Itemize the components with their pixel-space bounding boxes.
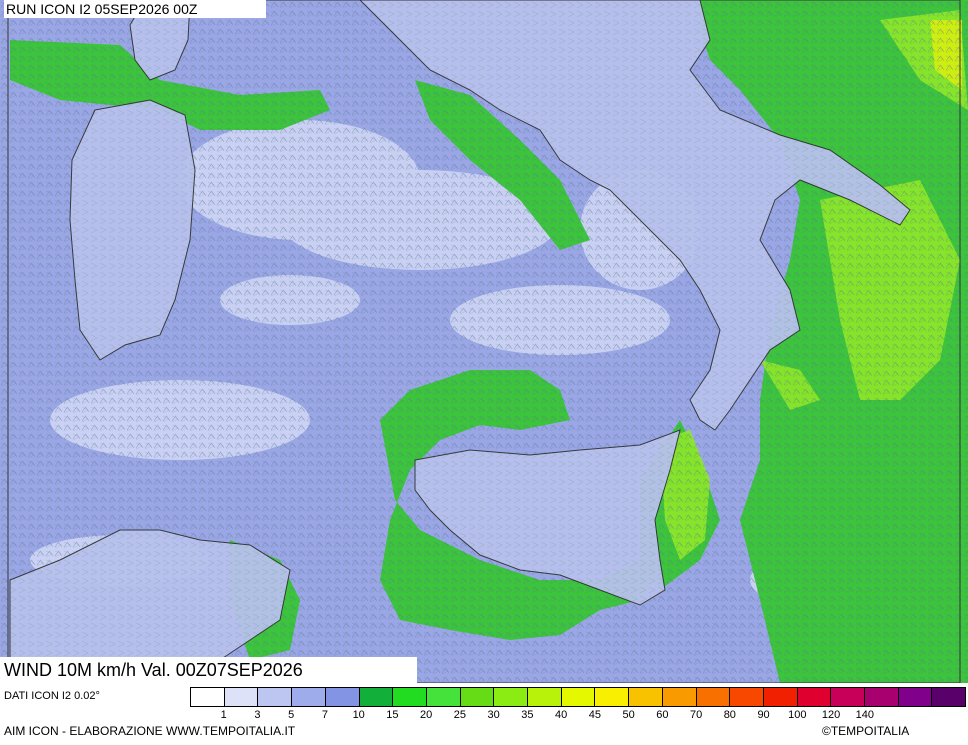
legend-swatch <box>730 688 764 706</box>
legend-swatch <box>831 688 866 706</box>
legend-swatch <box>426 688 461 706</box>
legend-swatch <box>359 688 394 706</box>
legend-swatch <box>191 688 225 706</box>
legend-tick-label: 80 <box>723 709 736 721</box>
run-title: RUN ICON I2 05SEP2026 00Z <box>4 0 266 18</box>
legend-swatch <box>629 688 663 706</box>
legend-swatch <box>494 688 529 706</box>
legend-tick-label: 15 <box>386 709 399 721</box>
legend-swatch <box>696 688 731 706</box>
legend-tick-label: 90 <box>757 709 770 721</box>
legend-swatch <box>662 688 697 706</box>
legend-swatch <box>292 688 326 706</box>
legend-tick-label: 70 <box>689 709 703 721</box>
legend-tick-label: 140 <box>855 709 874 721</box>
legend-swatch <box>325 688 360 706</box>
legend-swatch <box>797 688 832 706</box>
legend-tick-label: 50 <box>622 709 635 721</box>
legend-tick-label: 100 <box>788 709 807 721</box>
legend-tick-label: 3 <box>254 709 261 721</box>
legend-tick-label: 1 <box>220 709 227 721</box>
legend-tick-label: 10 <box>352 709 365 721</box>
legend-tick-label: 25 <box>453 709 467 721</box>
legend-swatch <box>932 688 966 706</box>
legend-swatch <box>528 688 562 706</box>
wind-speed-legend <box>190 687 966 707</box>
legend-tick-label: 120 <box>821 709 841 721</box>
copyright-label: ©TEMPOITALIA <box>822 724 910 738</box>
legend-swatch <box>258 688 293 706</box>
legend-swatch <box>865 688 899 706</box>
legend-swatch <box>224 688 259 706</box>
wind-title: WIND 10M km/h Val. 00Z07SEP2026 <box>0 657 417 683</box>
legend-tick-label: 30 <box>487 709 500 721</box>
legend-swatch <box>763 688 798 706</box>
legend-ticks: 1 3 5 7 10 15 20 25 30 35 40 45 50 60 70 80 90 100 120 140 <box>190 709 966 723</box>
legend-tick-label: 7 <box>321 709 329 721</box>
legend-tick-label: 35 <box>521 709 534 721</box>
legend-swatch <box>460 688 495 706</box>
credit-label: AIM ICON - ELABORAZIONE WWW.TEMPOITALIA.… <box>4 724 296 738</box>
legend-swatch <box>393 688 427 706</box>
legend-tick-label: 20 <box>420 709 433 721</box>
legend-tick-label: 45 <box>588 709 601 721</box>
legend-tick-label: 60 <box>656 709 669 721</box>
legend-swatch <box>595 688 630 706</box>
legend-swatch <box>898 688 933 706</box>
data-source-label: DATI ICON I2 0.02° <box>4 690 100 702</box>
legend-tick-label: 40 <box>555 709 568 721</box>
wind-map-canvas <box>0 0 968 683</box>
legend-swatch <box>561 688 596 706</box>
legend-tick-label: 5 <box>288 709 295 721</box>
wind-map <box>0 0 968 683</box>
